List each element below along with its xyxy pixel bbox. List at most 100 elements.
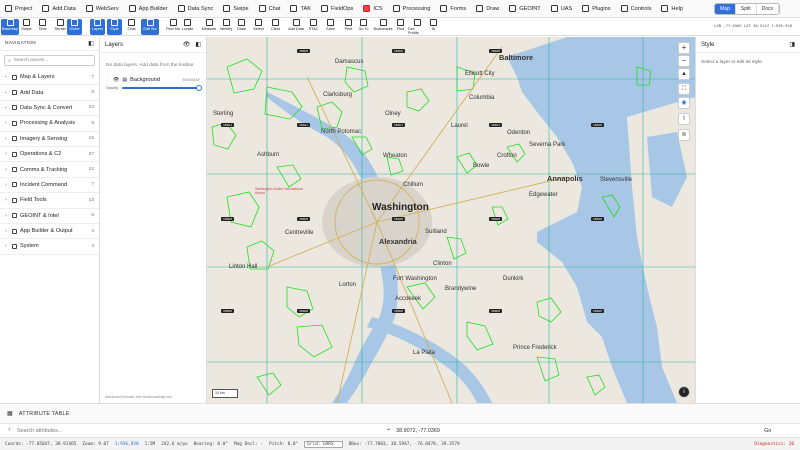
drag-handle-icon[interactable]: ⋮ [106, 78, 110, 83]
nav-category-field-tools[interactable]: › Field Tools 13 [0, 193, 99, 209]
tool-stac[interactable]: STAC [306, 19, 321, 35]
tool-measure[interactable]: Measure [200, 19, 218, 35]
menu-item-project[interactable]: Project [0, 0, 37, 18]
tool-label: Draw [237, 27, 246, 31]
tool-go-to[interactable]: Go To [356, 19, 371, 35]
nav-category-incident-command[interactable]: › Incident Command 7 [0, 178, 99, 194]
layers-footer-note: Advanced formats: see docs/roadmap.md [105, 395, 172, 399]
nav-category-add-data[interactable]: › Add Data 8 [0, 85, 99, 101]
zoom-out-button[interactable]: − [678, 55, 690, 67]
mode-docs-button[interactable]: Docs [756, 4, 779, 14]
menu-item-app-builder[interactable]: App Builder [124, 0, 173, 18]
tool-globe[interactable]: Globe [67, 19, 82, 35]
opacity-slider[interactable] [122, 85, 202, 91]
menu-item-webserv[interactable]: WebServ [81, 0, 124, 18]
background-layer-row[interactable]: ⋮ 👁 ▤ Background BASEMAP [100, 75, 206, 85]
fullscreen-icon[interactable]: ⛶ [678, 83, 690, 95]
nav-category-app-builder-output[interactable]: › App Builder & Output 4 [0, 224, 99, 240]
menu-item-tak[interactable]: TAK [285, 0, 315, 18]
tool-icon [413, 19, 421, 26]
city-label-bowie: Bowie [473, 163, 490, 169]
grid-tile-label: 18SUH [489, 309, 503, 313]
menu-item-ics[interactable]: ICS [358, 0, 387, 18]
menu-item-chat[interactable]: Chat [254, 0, 286, 18]
menu-item-label: TAK [300, 5, 311, 12]
zoom-in-button[interactable]: + [678, 42, 690, 54]
tool-find[interactable]: Find [393, 19, 408, 35]
tool-draw[interactable]: Draw [234, 19, 249, 35]
tool-edit-src[interactable]: Edit Src [141, 19, 159, 35]
nav-category-processing-analysis[interactable]: › Processing & Analysis 6 [0, 116, 99, 132]
tool-locate[interactable]: Locate [180, 19, 195, 35]
menu-item-swipe[interactable]: Swipe [218, 0, 253, 18]
tool-time[interactable]: Time [35, 19, 50, 35]
tool-print[interactable]: Print [341, 19, 356, 35]
nav-category-system[interactable]: › System 4 [0, 239, 99, 255]
diagnostics-indicator[interactable]: Diagnostics: 20 [754, 442, 794, 447]
info-icon[interactable]: i [678, 386, 690, 398]
menu-item-plugins[interactable]: Plugins [577, 0, 615, 18]
tool-layers[interactable]: Layers [90, 19, 105, 35]
grid-tile-label: 18SUH [297, 309, 311, 313]
nav-category-comms-tracking[interactable]: › Comms & Tracking 12 [0, 162, 99, 178]
tool-add-data[interactable]: Add Data [287, 19, 305, 35]
collapse-panel-icon[interactable]: ◧ [88, 40, 94, 47]
tool-label: Save [326, 27, 335, 31]
nav-category-map-layers[interactable]: › Map & Layers 7 [0, 70, 99, 86]
city-label-baltimore: Baltimore [499, 53, 534, 62]
menu-item-draw[interactable]: Draw [471, 0, 504, 18]
tool-swipe[interactable]: Swipe [19, 19, 34, 35]
mode-map-button[interactable]: Map [715, 4, 736, 14]
globe-icon[interactable]: ◉ [678, 97, 690, 109]
chevron-right-icon: › [5, 228, 7, 235]
menu-item-help[interactable]: Help [656, 0, 688, 18]
layers-stack-icon[interactable]: ≋ [678, 129, 690, 141]
menu-item-data-sync[interactable]: Data Sync [173, 0, 219, 18]
grid-select[interactable]: Grid: GARS [304, 440, 343, 448]
nav-category-operations-c2[interactable]: › Operations & C2 37 [0, 147, 99, 163]
menu-icon [223, 5, 231, 12]
tool-select[interactable]: Select [251, 19, 266, 35]
menu-item-uas[interactable]: UAS [546, 0, 578, 18]
tool-bookmarks[interactable]: Bookmarks [374, 19, 393, 35]
panel-search-placeholder: Search panels... [13, 58, 49, 63]
menu-item-geoint[interactable]: GEOINT [504, 0, 545, 18]
tool-chat[interactable]: Chat [124, 19, 139, 35]
tool-save[interactable]: Save [323, 19, 338, 35]
city-label-lorton: Lorton [339, 282, 357, 288]
menu-item-add-data[interactable]: Add Data [37, 0, 80, 18]
menu-item-processing[interactable]: Processing [388, 0, 436, 18]
collapse-panel-icon[interactable]: ◨ [789, 41, 795, 48]
tool-icon [360, 19, 367, 26]
compass-icon[interactable]: ▲ [678, 68, 690, 80]
tool-ai[interactable]: AI [426, 19, 441, 35]
eye-icon[interactable]: 👁 [183, 41, 191, 48]
tool-basemap[interactable]: Basemap [1, 19, 19, 35]
attribute-search-input[interactable]: Search attributes... [17, 428, 387, 434]
tool-identify[interactable]: Identify [217, 19, 235, 35]
opacity-slider-knob[interactable] [196, 85, 202, 91]
menu-item-fieldops[interactable]: FieldOps [316, 0, 358, 18]
grid-tile-label: 18SUH [297, 217, 311, 221]
nav-category-imagery-sensing[interactable]: › Imagery & Sensing 15 [0, 132, 99, 147]
menu-item-forms[interactable]: Forms [435, 0, 471, 18]
nav-category-data-sync-convert[interactable]: › Data Sync & Convert 23 [0, 101, 99, 117]
navigation-header: NAVIGATION ◧ [0, 37, 99, 51]
tool-dev-profile[interactable]: Dev Profile [408, 19, 426, 35]
tool-clear[interactable]: Clear [268, 19, 283, 35]
coordinate-input[interactable]: 38.9072, -77.0369 [396, 428, 766, 434]
nav-category-geoint-intel[interactable]: › GEOINT & Intel 8 [0, 209, 99, 224]
category-label: Operations & C2 [20, 151, 62, 158]
map-canvas[interactable]: Washington Baltimore Annapolis Alexandria Da… [207, 37, 695, 403]
tool-style[interactable]: Style [107, 19, 122, 35]
panel-search-input[interactable]: ⌕ Search panels... [4, 55, 95, 66]
attribute-table-bar[interactable]: ▦ ATTRIBUTE TABLE [0, 403, 800, 423]
tool-icon [292, 19, 300, 26]
toolbar: Basemap Swipe Time Terrain Globe Layers Style C… [0, 18, 800, 36]
go-button[interactable]: Go [764, 428, 771, 434]
mode-split-button[interactable]: Split [735, 4, 757, 14]
visibility-eye-icon[interactable]: 👁 [113, 77, 119, 83]
menu-item-controls[interactable]: Controls [616, 0, 657, 18]
terrain-icon[interactable]: ⌇ [678, 113, 690, 125]
collapse-panel-icon[interactable]: ◧ [195, 41, 201, 48]
